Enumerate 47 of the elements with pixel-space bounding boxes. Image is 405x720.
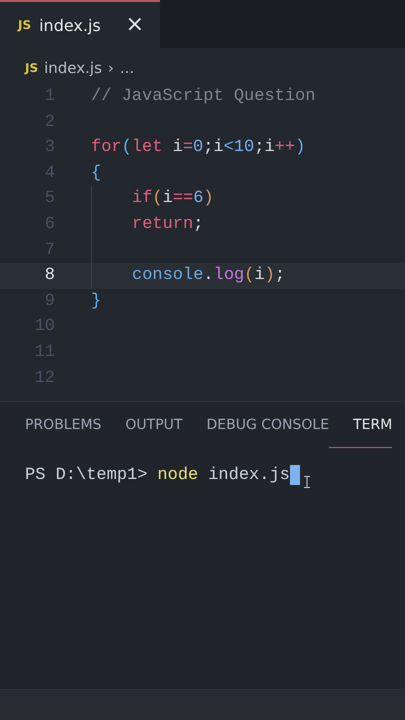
panel-tab[interactable]: TERM — [329, 402, 392, 448]
line-number: 8 — [44, 265, 55, 288]
code-token: for — [91, 137, 122, 160]
code-token: ) — [295, 137, 306, 160]
code-token: == — [172, 188, 194, 210]
terminal-prompt: PS D:\temp1> — [25, 466, 148, 485]
code-token: 10 — [234, 137, 254, 160]
code-token: log — [214, 265, 244, 288]
code-token: ++ — [274, 137, 296, 160]
js-file-icon: JS — [25, 61, 38, 75]
file-tab[interactable]: JS index.js × — [0, 0, 160, 48]
code-token: ( — [152, 188, 163, 210]
code-token: // JavaScript Question — [91, 86, 316, 108]
code-token: ; — [193, 214, 204, 236]
code-token: ( — [244, 265, 254, 288]
code-token: ) — [203, 188, 214, 210]
code-token: ;i — [203, 137, 224, 160]
terminal-command: node — [157, 466, 198, 485]
code-token: 0 — [193, 137, 204, 160]
code-token: ( — [122, 137, 132, 160]
panel-tab[interactable]: DEBUG CONSOLE — [182, 402, 330, 448]
code-token: < — [224, 137, 234, 160]
code-token: 6 — [193, 188, 204, 210]
breadcrumb-more[interactable]: ... — [120, 59, 134, 77]
ibeam-cursor-icon — [304, 476, 310, 488]
code-token: ) — [264, 265, 275, 288]
code-token: console — [132, 265, 204, 288]
code-token: . — [203, 265, 214, 288]
close-icon[interactable]: × — [126, 14, 144, 36]
code-token: { — [91, 162, 102, 185]
code-token: ; — [274, 265, 286, 288]
code-token: if — [132, 188, 152, 210]
code-token: let — [132, 137, 162, 160]
panel-tab[interactable]: OUTPUT — [101, 402, 182, 448]
code-token: ;i — [254, 137, 275, 160]
text-cursor-icon — [290, 465, 300, 486]
code-token: i — [172, 137, 183, 160]
code-token: } — [91, 290, 102, 313]
terminal-argument: index.js — [208, 466, 290, 485]
code-token: i — [162, 188, 173, 210]
breadcrumb-file[interactable]: index.js — [44, 59, 102, 77]
code-token: return — [132, 214, 194, 236]
js-file-icon: JS — [18, 18, 32, 32]
panel-tab[interactable]: PROBLEMS — [0, 402, 102, 448]
code-token: i — [254, 265, 265, 288]
code-token: = — [182, 137, 194, 160]
chevron-icon: › — [108, 59, 114, 77]
